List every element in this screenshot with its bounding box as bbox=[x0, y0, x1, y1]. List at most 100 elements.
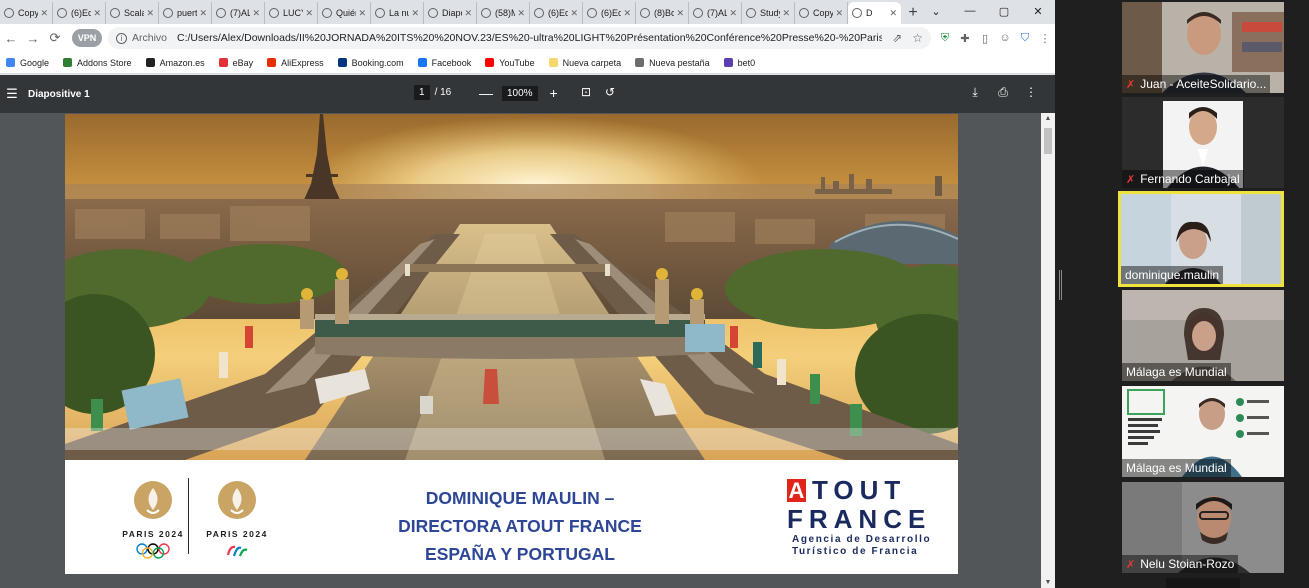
zoom-level-input[interactable]: 100% bbox=[502, 85, 538, 101]
more-options-icon[interactable]: ⋮ bbox=[1035, 27, 1055, 49]
tab-active[interactable]: D ✕ bbox=[848, 2, 901, 24]
print-icon[interactable]: ⎙ bbox=[989, 85, 1017, 100]
browser-tab[interactable]: (6)Edu✕ bbox=[530, 2, 583, 24]
tab-close-icon[interactable]: ✕ bbox=[197, 8, 207, 19]
fit-page-icon[interactable]: ⊡ bbox=[574, 85, 598, 99]
tab-title: (58)M bbox=[495, 8, 515, 18]
tab-close-icon[interactable]: ✕ bbox=[144, 8, 154, 19]
bookmark-favicon-icon bbox=[485, 58, 495, 67]
bookmark-item[interactable]: Google bbox=[6, 58, 49, 68]
bookmark-item[interactable]: Amazon.es bbox=[145, 58, 205, 68]
share-icon[interactable]: ⇗ bbox=[892, 31, 902, 45]
tab-close-icon[interactable]: ✕ bbox=[833, 8, 843, 19]
pdf-document-area[interactable]: PARIS 2024 PARIS 2024 DOMINIQUE MAULIN –… bbox=[0, 113, 1055, 588]
tab-close-icon[interactable]: ✕ bbox=[727, 8, 737, 19]
browser-tab[interactable]: Scala c✕ bbox=[106, 2, 159, 24]
browser-tab[interactable]: Study✕ bbox=[742, 2, 795, 24]
tab-close-icon[interactable]: ✕ bbox=[91, 8, 101, 19]
participant-tile[interactable]: ✗ Fernando Carbajal bbox=[1122, 97, 1284, 188]
participant-tile[interactable]: ✗ Juan - AceiteSolidario... bbox=[1122, 2, 1284, 93]
browser-tab[interactable]: La nue✕ bbox=[371, 2, 424, 24]
tab-close-icon[interactable]: ✕ bbox=[515, 8, 525, 19]
address-url[interactable]: C:/Users/Alex/Downloads/II%20JORNADA%20I… bbox=[177, 32, 882, 44]
bookmark-item[interactable]: Nueva pestaña bbox=[635, 58, 710, 68]
logo-name: PARIS 2024 bbox=[206, 529, 268, 539]
tab-favicon-icon bbox=[375, 8, 385, 18]
maximize-button[interactable]: ▢ bbox=[987, 0, 1021, 22]
info-icon[interactable]: i bbox=[116, 32, 127, 44]
bookmark-star-icon[interactable]: ☆ bbox=[912, 31, 923, 45]
browser-tab[interactable]: Copy c✕ bbox=[0, 2, 53, 24]
tab-close-icon[interactable]: ✕ bbox=[568, 8, 578, 19]
download-icon[interactable]: ⤓ bbox=[961, 85, 989, 100]
tab-close-icon[interactable]: ✕ bbox=[674, 8, 684, 19]
bookmark-item[interactable]: Addons Store bbox=[63, 58, 132, 68]
participant-tile[interactable]: Málaga es Mundial bbox=[1122, 290, 1284, 381]
tab-title: (7)ALE bbox=[230, 8, 250, 18]
pdf-more-icon[interactable]: ⋮ bbox=[1017, 85, 1045, 100]
participant-tile-active-speaker[interactable]: dominique.maulin bbox=[1118, 191, 1284, 287]
profile-icon[interactable]: ☺ bbox=[995, 27, 1015, 49]
participant-name: Juan - AceiteSolidario... bbox=[1140, 77, 1267, 91]
scrollbar-thumb[interactable] bbox=[1044, 128, 1052, 154]
tab-close-icon[interactable]: ✕ bbox=[409, 8, 419, 19]
tab-close-icon[interactable]: ✕ bbox=[887, 8, 897, 19]
participant-tile[interactable]: ✗ Nelu Stoian-Rozo bbox=[1122, 482, 1284, 573]
bookmark-item[interactable]: YouTube bbox=[485, 58, 535, 68]
tab-favicon-icon bbox=[852, 8, 862, 18]
forward-arrow-icon[interactable]: → bbox=[22, 27, 44, 49]
bookmarks-bar: Google Addons Store Amazon.es eBay AliExpres… bbox=[0, 52, 1055, 74]
browser-tab[interactable]: Quién✕ bbox=[318, 2, 371, 24]
bookmark-label: Facebook bbox=[431, 57, 472, 68]
participants-scroll-handle[interactable] bbox=[1166, 578, 1240, 588]
tab-close-icon[interactable]: ✕ bbox=[250, 8, 260, 19]
participant-tile[interactable]: Málaga es Mundial bbox=[1122, 386, 1284, 477]
tab-close-icon[interactable]: ✕ bbox=[303, 8, 313, 19]
browser-tab[interactable]: LUCY✕ bbox=[265, 2, 318, 24]
reload-icon[interactable]: ⟳ bbox=[44, 27, 66, 49]
zoom-in-button[interactable]: + bbox=[544, 85, 564, 101]
bookmark-label: Addons Store bbox=[77, 57, 132, 68]
scroll-up-icon[interactable]: ▲ bbox=[1041, 115, 1055, 122]
security-extension-icon[interactable]: ⛉ bbox=[1015, 27, 1035, 49]
bookmark-item[interactable]: bet0 bbox=[723, 58, 755, 68]
bookmark-item[interactable]: Facebook bbox=[417, 57, 472, 68]
tab-close-icon[interactable]: ✕ bbox=[462, 8, 472, 19]
minimize-button[interactable]: — bbox=[953, 0, 987, 22]
scroll-down-icon[interactable]: ▼ bbox=[1041, 579, 1055, 586]
browser-tab[interactable]: (58)M✕ bbox=[477, 2, 530, 24]
browser-tab[interactable]: (6)Edu✕ bbox=[53, 2, 106, 24]
browser-tab[interactable]: (7)ALE✕ bbox=[689, 2, 742, 24]
browser-tab[interactable]: Diapo✕ bbox=[424, 2, 477, 24]
tab-close-icon[interactable]: ✕ bbox=[621, 8, 631, 19]
extensions-puzzle-icon[interactable]: ✚ bbox=[955, 27, 975, 49]
tab-title: Diapo bbox=[442, 8, 462, 18]
tab-close-icon[interactable]: ✕ bbox=[356, 8, 366, 19]
address-bar[interactable]: i Archivo C:/Users/Alex/Downloads/II%20J… bbox=[108, 27, 931, 49]
tab-search-button[interactable]: ⌄ bbox=[919, 0, 953, 22]
browser-tab[interactable]: (6)Edu✕ bbox=[583, 2, 636, 24]
zoom-out-button[interactable]: — bbox=[476, 85, 496, 101]
tab-close-icon[interactable]: ✕ bbox=[38, 8, 48, 19]
pdf-scrollbar[interactable]: ▲ ▼ bbox=[1041, 113, 1055, 588]
browser-tab[interactable]: puerto✕ bbox=[159, 2, 212, 24]
rotate-icon[interactable]: ↺ bbox=[598, 85, 622, 99]
bookmark-item[interactable]: AliExpress bbox=[267, 58, 324, 68]
browser-tab[interactable]: Copy ✕ bbox=[795, 2, 848, 24]
tab-close-icon[interactable]: ✕ bbox=[780, 8, 790, 19]
page-number-input[interactable]: 1 bbox=[414, 85, 430, 100]
bookmark-item[interactable]: Nueva carpeta bbox=[548, 58, 621, 68]
close-window-button[interactable]: ✕ bbox=[1021, 0, 1055, 22]
tab-title: Copy c bbox=[18, 8, 39, 18]
menu-icon[interactable]: ☰ bbox=[0, 86, 24, 102]
browser-tab[interactable]: (7)ALE✕ bbox=[212, 2, 265, 24]
browser-tab[interactable]: (8)Boo✕ bbox=[636, 2, 689, 24]
extension-shield-icon[interactable]: ⛨ bbox=[935, 27, 955, 49]
vpn-badge[interactable]: VPN bbox=[72, 29, 102, 47]
bookmark-item[interactable]: eBay bbox=[218, 58, 253, 68]
tab-favicon-icon bbox=[110, 8, 120, 18]
bookmark-item[interactable]: Booking.com bbox=[337, 58, 404, 68]
back-arrow-icon[interactable]: ← bbox=[0, 27, 22, 49]
side-panel-icon[interactable]: ▯ bbox=[975, 27, 995, 49]
pane-splitter-handle[interactable] bbox=[1059, 270, 1062, 300]
